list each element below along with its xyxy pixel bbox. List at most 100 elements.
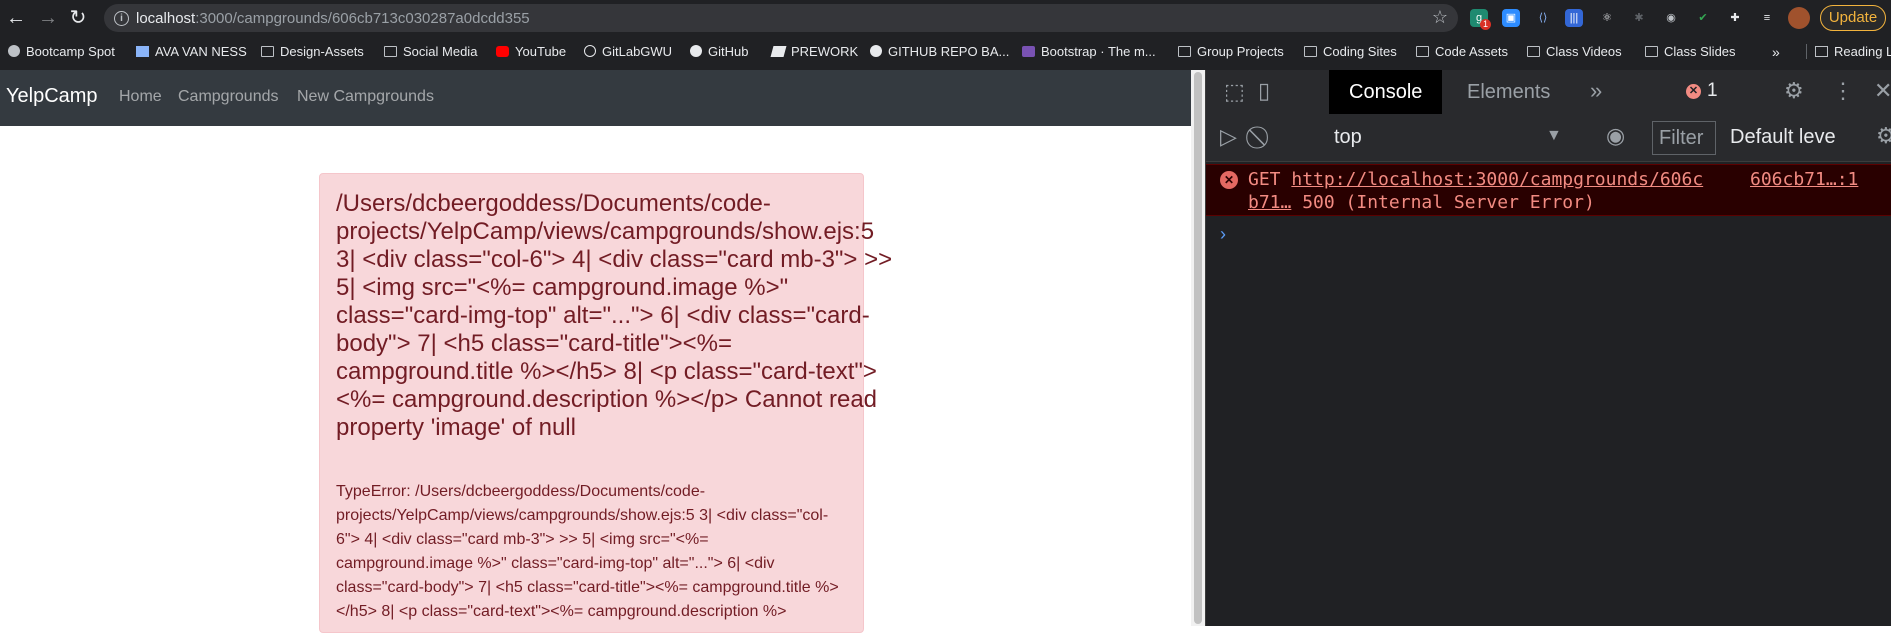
info-icon[interactable]: i [114,11,129,26]
gear-icon[interactable]: ⚙ [1784,78,1804,104]
url-path: :3000/campgrounds/606cb713c030287a0dcdd3… [195,10,530,27]
camera-extension-icon[interactable]: ◉ [1662,9,1680,27]
bookmark-item[interactable]: Code Assets [1416,44,1508,59]
extension-badge: 1 [1480,19,1491,30]
folder-icon [384,46,397,57]
bookmark-item[interactable]: Class Videos [1527,44,1622,59]
bookmark-item[interactable]: AVA VAN NESS [136,44,247,59]
nav-home[interactable]: Home [119,88,162,106]
bookmark-label: GITHUB REPO BA... [888,44,1010,59]
bookmark-item[interactable]: GitHub [690,44,748,59]
bookmark-item[interactable]: Coding Sites [1304,44,1397,59]
folder-icon [1527,46,1540,57]
bookmarks-overflow-icon[interactable]: » [1772,44,1780,60]
bookmark-item[interactable]: Bootstrap · The m... [1022,44,1156,59]
bookmark-label: PREWORK [791,44,859,59]
sidebar-toggle-icon[interactable]: ▷ [1220,124,1237,150]
url-host: localhost [136,10,196,27]
react-extension-icon[interactable]: ⚛ [1598,9,1616,27]
bookmark-item[interactable]: Class Slides [1645,44,1736,59]
error-count-badge[interactable]: ✕ 1 [1686,80,1718,104]
bookmark-label: Code Assets [1435,44,1508,59]
profile-avatar[interactable] [1788,7,1810,29]
bars-extension-icon[interactable]: ||| [1565,9,1583,27]
bookmark-label: Bootstrap · The m... [1041,44,1156,59]
error-url-link-cont[interactable]: b71… [1248,192,1291,213]
bookmark-label: Class Slides [1664,44,1736,59]
bookmark-label: Design-Assets [280,44,364,59]
reading-list[interactable]: Reading Li [1806,44,1891,59]
scrollbar-thumb[interactable] [1194,72,1202,624]
error-icon: ✕ [1220,171,1238,189]
error-url-link[interactable]: http://localhost:3000/campgrounds/606c [1291,169,1703,190]
console-settings-icon[interactable]: ⚙ [1876,123,1891,149]
reading-list-toolbar-icon[interactable]: ≡ [1758,9,1776,27]
eye-icon[interactable]: ◉ [1606,123,1625,149]
settings-extension-icon[interactable]: ✱ [1630,9,1648,27]
check-extension-icon[interactable]: ✔ [1694,9,1712,27]
bookmark-item[interactable]: PREWORK [770,44,859,59]
bookmark-label: Social Media [403,44,478,59]
code-extension-icon[interactable]: ⟨⟩ [1534,9,1552,27]
bookmark-item[interactable]: Design-Assets [261,44,364,59]
close-icon[interactable]: ✕ [1874,78,1891,104]
kebab-menu-icon[interactable]: ⋮ [1832,78,1854,104]
page-icon [136,46,149,57]
chevron-down-icon[interactable]: ▼ [1546,127,1562,145]
forward-icon[interactable]: → [36,6,60,30]
bookmark-label: AVA VAN NESS [155,44,247,59]
more-tabs-icon[interactable]: » [1590,78,1602,104]
bookmark-label: Class Videos [1546,44,1622,59]
devtools-panel: ⬚ ▯ Console Elements » ✕1 ⚙ ⋮ ✕ ▷ ⃠ top … [1205,70,1891,626]
page-scrollbar[interactable] [1191,70,1205,626]
bookmark-item[interactable]: Social Media [384,44,477,59]
console-error-row: ✕ GET http://localhost:3000/campgrounds/… [1206,164,1891,216]
error-alert: /Users/dcbeergoddess/Documents/code-proj… [319,173,892,633]
address-bar[interactable]: i localhost:3000/campgrounds/606cb713c03… [104,4,1458,32]
error-line-2: b71… 500 (Internal Server Error) [1248,192,1595,213]
bookmark-label: GitLabGWU [602,44,673,59]
bookmark-item[interactable]: GitLabGWU [584,44,672,59]
github-icon [870,45,882,57]
tab-elements[interactable]: Elements [1447,70,1570,114]
globe-icon [584,45,596,57]
console-toolbar: ▷ ⃠ top ▼ ◉ Filter Default leve ⚙ [1206,114,1891,162]
tab-console[interactable]: Console [1329,70,1443,114]
context-selector[interactable]: top [1334,126,1362,149]
error-detail: TypeError: /Users/dcbeergoddess/Document… [336,483,839,620]
device-toolbar-icon[interactable]: ▯ [1258,78,1270,104]
navbar-brand[interactable]: YelpCamp [6,85,98,108]
zoom-extension-icon[interactable]: ▣ [1502,9,1520,27]
puzzle-extensions-icon[interactable]: ✚ [1726,9,1744,27]
console-prompt[interactable]: › [1220,224,1226,245]
log-levels-dropdown[interactable]: Default leve [1730,126,1836,149]
folder-icon [1416,46,1429,57]
nav-campgrounds[interactable]: Campgrounds [178,88,279,106]
bookmark-item[interactable]: Group Projects [1178,44,1284,59]
bookmark-star-icon[interactable]: ☆ [1432,7,1448,28]
error-heading: /Users/dcbeergoddess/Documents/code-proj… [336,190,893,441]
error-count: 1 [1707,80,1718,101]
prework-icon [770,46,787,57]
bootstrap-icon [1022,46,1035,57]
filter-input[interactable]: Filter [1652,121,1716,155]
error-status: 500 (Internal Server Error) [1302,192,1595,213]
bootcamp-icon [8,45,20,57]
url-text[interactable]: localhost:3000/campgrounds/606cb713c0302… [136,10,530,27]
inspect-element-icon[interactable]: ⬚ [1224,79,1245,105]
update-button[interactable]: Update [1820,5,1886,31]
bookmark-item[interactable]: GITHUB REPO BA... [870,44,1009,59]
bookmark-label: Bootcamp Spot [26,44,115,59]
bookmark-item[interactable]: Bootcamp Spot [8,44,115,59]
error-source-link[interactable]: 606cb71…:1 [1750,169,1858,190]
devtools-tabbar: ⬚ ▯ Console Elements » ✕ 1 ⚙ ⋮ ✕ [1206,70,1891,115]
folder-icon [261,46,274,57]
reading-list-icon [1815,46,1828,57]
error-line-1: GET http://localhost:3000/campgrounds/60… [1248,169,1703,190]
back-icon[interactable]: ← [4,6,28,30]
bookmark-item[interactable]: YouTube [496,44,566,59]
folder-icon [1645,46,1658,57]
reload-icon[interactable]: ↻ [66,6,90,30]
nav-new-campgrounds[interactable]: New Campgrounds [297,88,434,106]
folder-icon [1304,46,1317,57]
